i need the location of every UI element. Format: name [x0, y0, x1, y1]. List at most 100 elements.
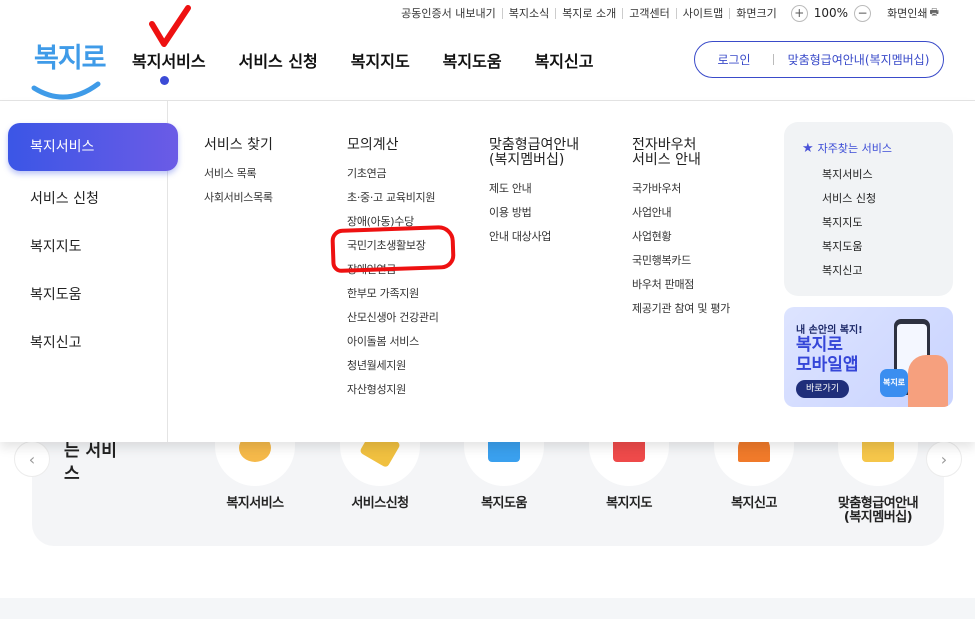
util-screen-size: 화면크기 [729, 7, 782, 19]
print-label: 화면인쇄 [887, 7, 928, 20]
menu-link[interactable]: 초·중·고 교육비지원 [347, 191, 439, 215]
col-list: 서비스 목록 사회서비스목록 [204, 167, 273, 215]
favorite-link[interactable]: 복지신고 [822, 264, 876, 288]
nav-welfare-service[interactable]: 복지서비스 [132, 48, 206, 85]
menu-link[interactable]: 청년월세지원 [347, 359, 439, 383]
menu-link[interactable]: 바우처 판매점 [632, 278, 730, 302]
login-box: 로그인 맞춤형급여안내(복지멤버십) [694, 41, 944, 78]
side-item-welfare-map[interactable]: 복지지도 [30, 236, 82, 256]
main-nav: 복지서비스 서비스 신청 복지지도 복지도움 복지신고 [132, 48, 594, 85]
nav-service-apply[interactable]: 서비스 신청 [239, 48, 318, 72]
menu-link[interactable]: 사업현황 [632, 230, 730, 254]
quick-service-label: 복지도움 [481, 496, 527, 511]
favorites-list: 복지서비스 서비스 신청 복지지도 복지도움 복지신고 [822, 168, 876, 288]
zoom-value: 100% [813, 6, 849, 20]
menu-link[interactable]: 기초연금 [347, 167, 439, 191]
favorite-link[interactable]: 복지지도 [822, 216, 876, 240]
chevron-right-icon: › [940, 449, 948, 469]
hand-icon [908, 355, 948, 407]
chevron-left-icon: ‹ [28, 449, 36, 469]
quick-service-label: 복지지도 [606, 496, 652, 511]
nav-welfare-help[interactable]: 복지도움 [443, 48, 502, 72]
menu-link[interactable]: 이용 방법 [489, 206, 579, 230]
col-head-line2: 서비스 안내 [632, 152, 701, 168]
menu-col-membership: 맞춤형급여안내 (복지멤버십) 제도 안내 이용 방법 안내 대상사업 [489, 138, 579, 254]
nav-welfare-service-label: 복지서비스 [132, 52, 206, 71]
menu-link[interactable]: 사회서비스목록 [204, 191, 273, 215]
zoom-out-button[interactable]: − [854, 4, 872, 22]
login-button[interactable]: 로그인 [695, 51, 773, 68]
menu-col-simulation: 모의계산 기초연금 초·중·고 교육비지원 장애(아동)수당 국민기초생활보장 … [347, 138, 439, 407]
printer-icon: 🖶 [929, 6, 939, 18]
quick-service-label: 복지서비스 [226, 496, 284, 511]
nav-welfare-report[interactable]: 복지신고 [535, 48, 594, 72]
app-banner-title: 복지로 모바일앱 [796, 335, 859, 375]
mega-menu: 복지서비스 서비스 신청 복지지도 복지도움 복지신고 서비스 찾기 서비스 목… [0, 101, 975, 442]
menu-link[interactable]: 국가바우처 [632, 182, 730, 206]
col-head: 맞춤형급여안내 (복지멤버십) [489, 138, 579, 168]
favorites-title: ★ 자주찾는 서비스 [802, 140, 892, 156]
col-head: 전자바우처 서비스 안내 [632, 138, 730, 168]
favorite-link[interactable]: 복지도움 [822, 240, 876, 264]
util-cert-export[interactable]: 공동인증서 내보내기 [395, 8, 502, 19]
quick-service-title-line2: 스 [64, 464, 80, 484]
menu-link[interactable]: 한부모 가족지원 [347, 287, 439, 311]
favorite-link[interactable]: 서비스 신청 [822, 192, 876, 216]
menu-col-service-search: 서비스 찾기 서비스 목록 사회서비스목록 [204, 138, 273, 215]
col-head: 모의계산 [347, 137, 399, 153]
star-icon: ★ [802, 140, 814, 156]
col-list: 기초연금 초·중·고 교육비지원 장애(아동)수당 국민기초생활보장 장애인연금… [347, 167, 439, 407]
quick-service-label: 서비스신청 [351, 496, 409, 511]
membership-button[interactable]: 맞춤형급여안내(복지멤버십) [774, 51, 943, 68]
mobile-app-banner[interactable]: 내 손안의 복지! 복지로 모바일앱 바로가기 복지로 [784, 307, 953, 407]
col-head-line2: (복지멤버십) [489, 152, 565, 168]
col-head: 서비스 찾기 [204, 137, 273, 153]
app-icon: 복지로 [880, 369, 908, 397]
app-banner-title-line1: 복지로 [796, 335, 843, 355]
app-banner-tagline: 내 손안의 복지! [796, 325, 863, 336]
mega-menu-sidebar: 복지서비스 서비스 신청 복지지도 복지도움 복지신고 [0, 101, 178, 442]
quick-service-label: 맞춤형급여안내 (복지멤버십) [823, 497, 933, 525]
favorites-panel: ★ 자주찾는 서비스 복지서비스 서비스 신청 복지지도 복지도움 복지신고 [784, 122, 953, 296]
util-about[interactable]: 복지로 소개 [555, 7, 622, 19]
side-item-service-apply[interactable]: 서비스 신청 [30, 188, 99, 208]
col-list: 제도 안내 이용 방법 안내 대상사업 [489, 182, 579, 254]
menu-link[interactable]: 국민행복카드 [632, 254, 730, 278]
zoom-control: + 100% − [790, 4, 872, 22]
col-head-line1: 맞춤형급여안내 [489, 137, 580, 153]
side-item-welfare-help[interactable]: 복지도움 [30, 284, 82, 304]
util-customer-center[interactable]: 고객센터 [622, 7, 675, 19]
menu-link[interactable]: 아이돌봄 서비스 [347, 335, 439, 359]
col-head-line1: 전자바우처 [632, 137, 697, 153]
quick-service-title: 는 서비 스 [64, 440, 124, 486]
nav-welfare-map[interactable]: 복지지도 [351, 48, 410, 72]
red-check-annotation-icon [149, 5, 191, 47]
active-indicator-dot [160, 76, 169, 85]
quick-service-title-line1: 는 서비 [64, 441, 117, 461]
app-banner-go-button[interactable]: 바로가기 [796, 380, 850, 398]
app-banner-title-line2: 모바일앱 [796, 355, 859, 375]
menu-link[interactable]: 안내 대상사업 [489, 230, 579, 254]
favorite-link[interactable]: 복지서비스 [822, 168, 876, 192]
carousel-prev-button[interactable]: ‹ [14, 441, 50, 477]
menu-link[interactable]: 사업안내 [632, 206, 730, 230]
menu-link[interactable]: 제공기관 참여 및 평가 [632, 302, 730, 326]
menu-link[interactable]: 서비스 목록 [204, 167, 273, 191]
print-button[interactable]: 화면인쇄 🖶 [887, 5, 939, 22]
menu-col-voucher: 전자바우처 서비스 안내 국가바우처 사업안내 사업현황 국민행복카드 바우처 … [632, 138, 730, 326]
utility-bar: 공동인증서 내보내기 복지소식 복지로 소개 고객센터 사이트맵 화면크기 + … [395, 4, 939, 22]
zoom-in-button[interactable]: + [790, 4, 808, 22]
side-item-welfare-report[interactable]: 복지신고 [30, 332, 82, 352]
menu-link[interactable]: 산모신생아 건강관리 [347, 311, 439, 335]
util-sitemap[interactable]: 사이트맵 [675, 7, 729, 19]
footer-band [0, 598, 975, 619]
util-news[interactable]: 복지소식 [501, 7, 555, 19]
membership-label-line2: (복지멤버십) [843, 510, 913, 525]
menu-link[interactable]: 제도 안내 [489, 182, 579, 206]
logo-text: 복지로 [34, 43, 107, 74]
side-item-welfare-service[interactable]: 복지서비스 [8, 123, 178, 171]
col-list: 국가바우처 사업안내 사업현황 국민행복카드 바우처 판매점 제공기관 참여 및… [632, 182, 730, 326]
quick-service-label: 복지신고 [731, 496, 777, 511]
membership-label-line1: 맞춤형급여안내 [837, 496, 919, 511]
menu-link[interactable]: 자산형성지원 [347, 383, 439, 407]
